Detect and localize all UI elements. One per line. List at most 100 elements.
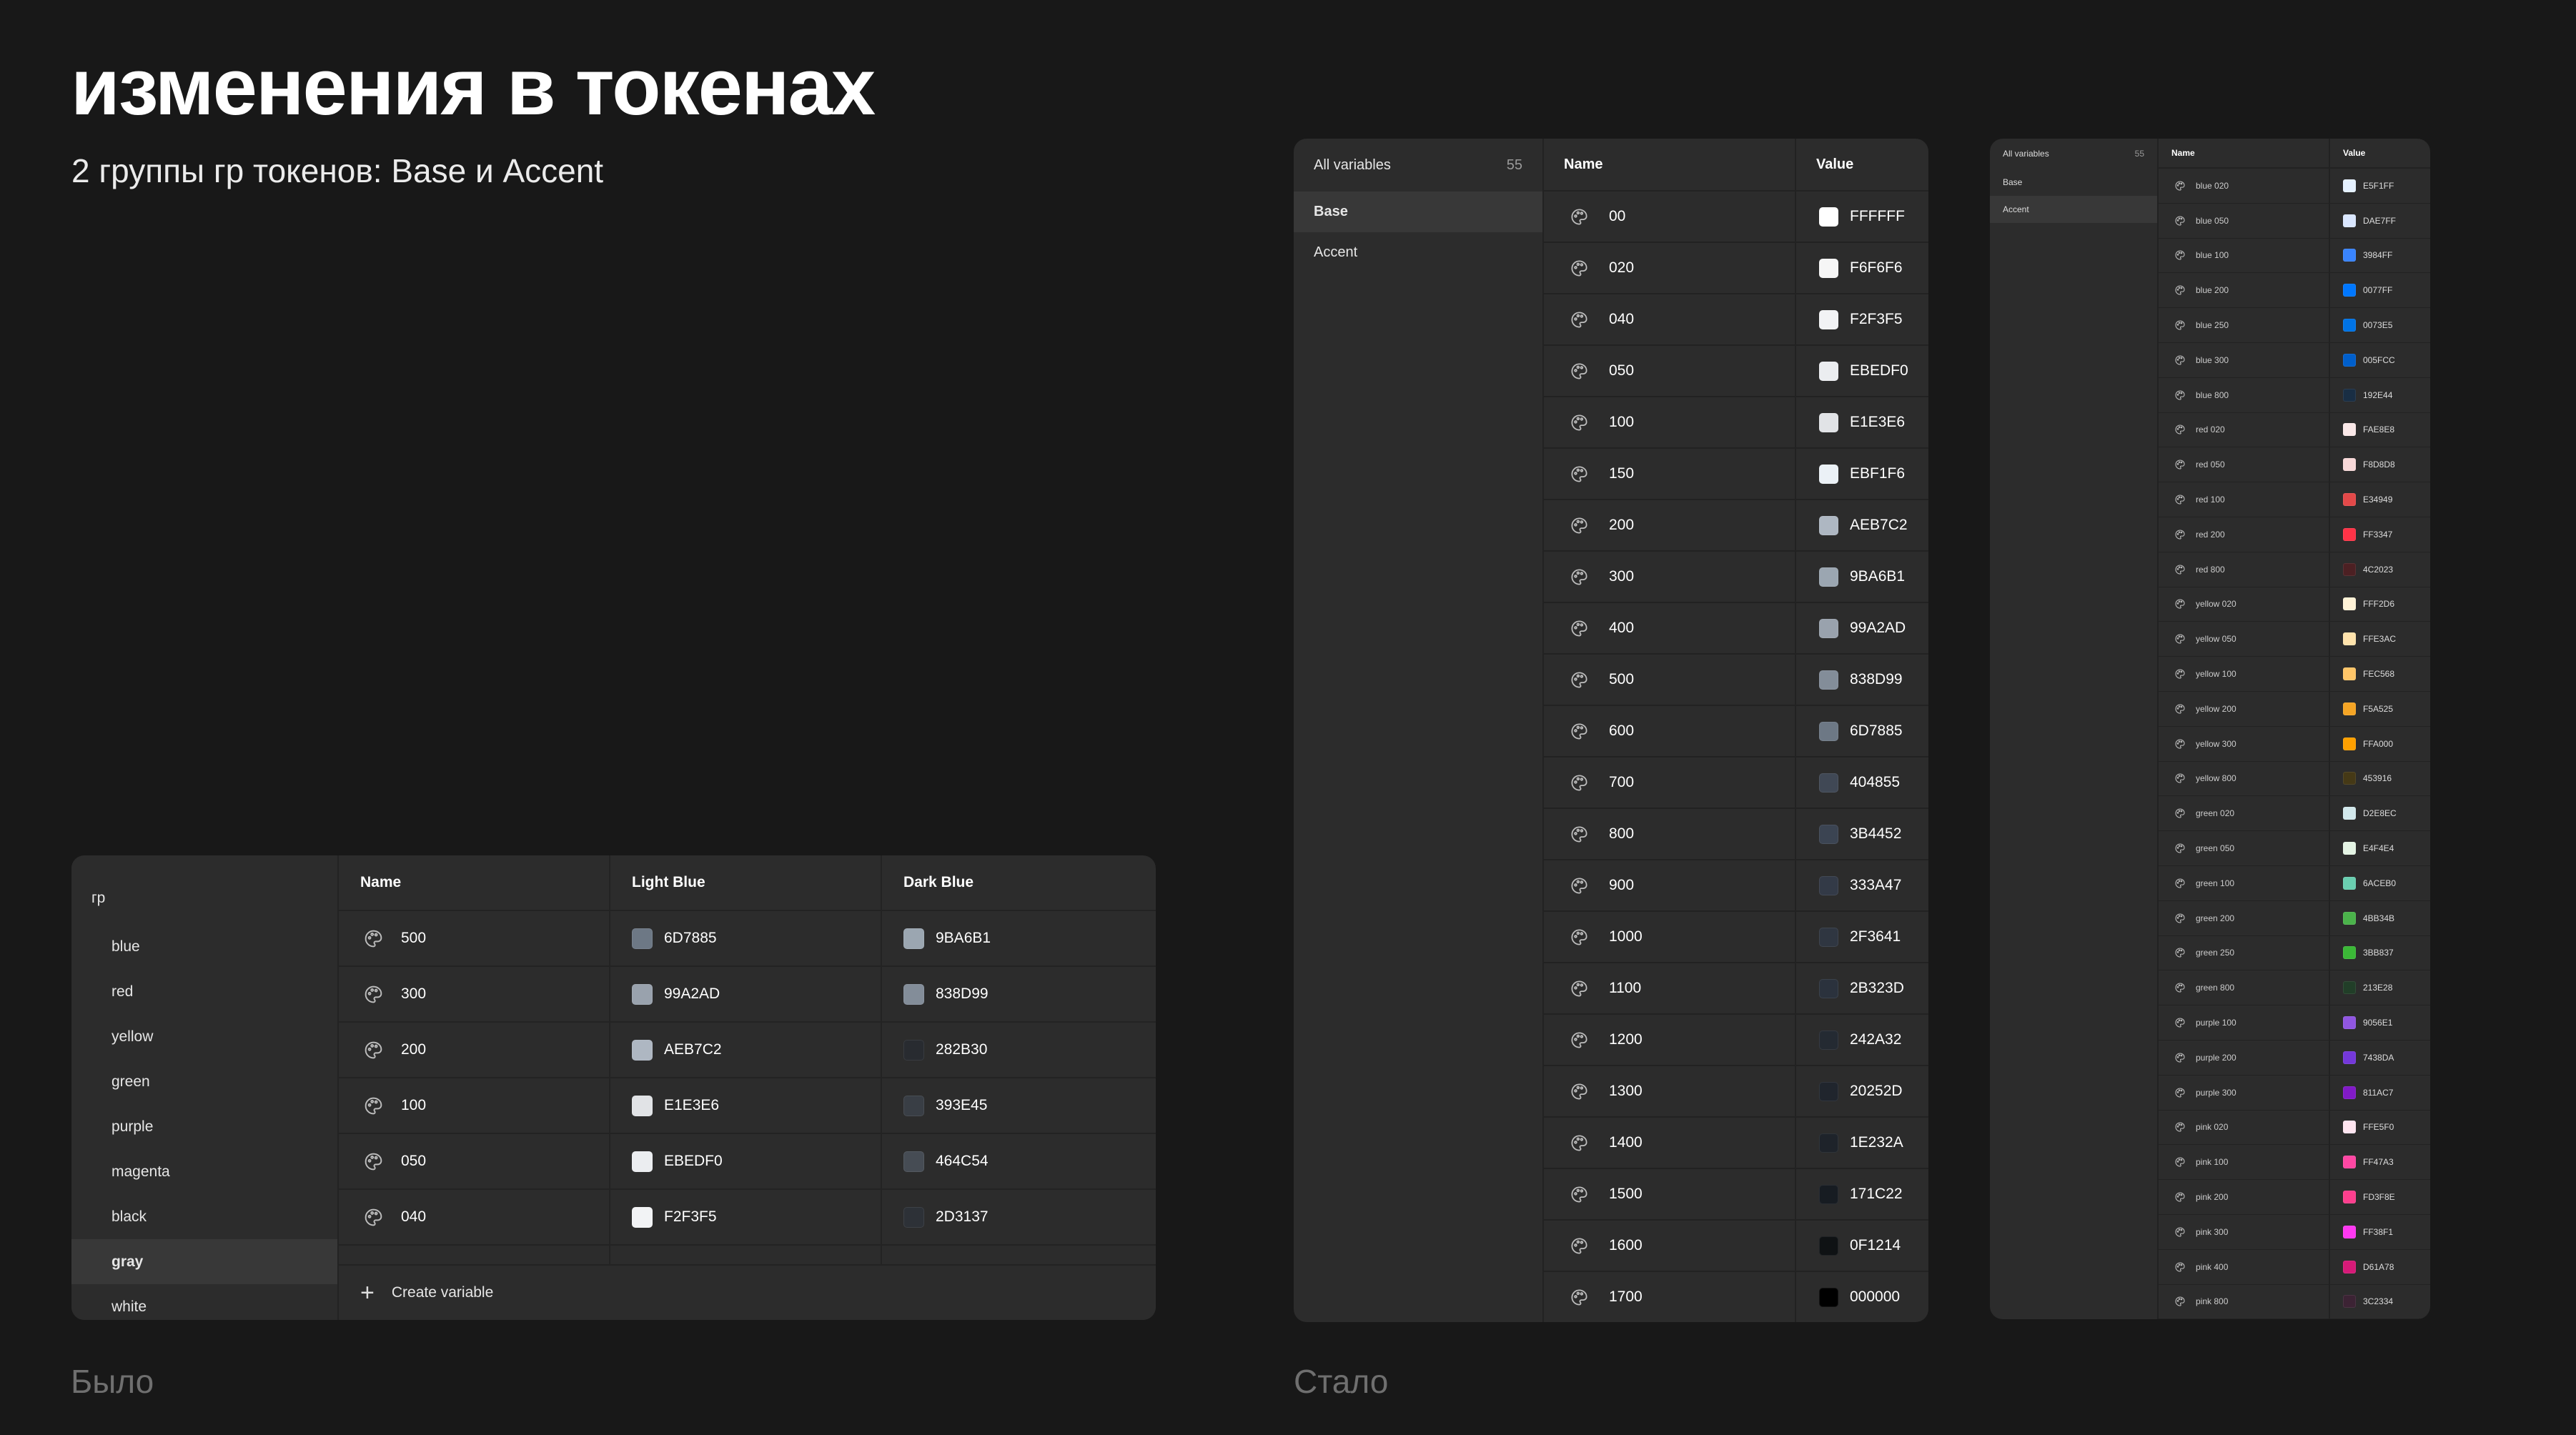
table-row[interactable]: 020 F6F6F6 bbox=[1544, 243, 1928, 294]
variable-value-cell[interactable]: 3C2334 bbox=[2330, 1285, 2430, 1319]
variable-value-cell[interactable]: 005FCC bbox=[2330, 343, 2430, 377]
variable-name-cell[interactable]: 1400 bbox=[1544, 1118, 1796, 1168]
variable-value-cell[interactable]: FF3347 bbox=[2330, 517, 2430, 552]
sidebar-item-accent[interactable]: Accent bbox=[1294, 232, 1542, 273]
sidebar-item-purple[interactable]: purple bbox=[71, 1104, 337, 1149]
table-row[interactable]: purple 300 811AC7 bbox=[2159, 1075, 2430, 1111]
sidebar-item-base[interactable]: Base bbox=[1990, 169, 2157, 196]
variable-name-cell[interactable]: red 050 bbox=[2159, 447, 2330, 482]
variable-value-cell[interactable]: 4C2023 bbox=[2330, 552, 2430, 587]
all-variables-header[interactable]: All variables 55 bbox=[1990, 139, 2157, 169]
variable-value-cell[interactable]: FFE3AC bbox=[2330, 622, 2430, 656]
variable-name-cell[interactable]: 1500 bbox=[1544, 1169, 1796, 1219]
sidebar-item-red[interactable]: red bbox=[71, 969, 337, 1014]
variable-name-cell[interactable]: red 200 bbox=[2159, 517, 2330, 552]
variable-value-cell[interactable]: 453916 bbox=[2330, 762, 2430, 796]
variable-value-cell[interactable]: FFF2D6 bbox=[2330, 587, 2430, 622]
light-blue-value-cell[interactable]: F2F3F5 bbox=[610, 1190, 882, 1244]
column-header-name[interactable]: Name bbox=[1544, 139, 1796, 190]
variable-name-cell[interactable]: 00 bbox=[1544, 192, 1796, 242]
table-row[interactable]: 1700 000000 bbox=[1544, 1272, 1928, 1322]
column-header-dark-blue[interactable]: Dark Blue bbox=[882, 855, 1156, 910]
variable-name-cell[interactable]: pink 300 bbox=[2159, 1214, 2330, 1249]
table-row[interactable]: blue 800 192E44 bbox=[2159, 377, 2430, 413]
variable-value-cell[interactable]: F8D8D8 bbox=[2330, 447, 2430, 482]
variable-value-cell[interactable]: FAE8E8 bbox=[2330, 413, 2430, 447]
variable-value-cell[interactable]: 2F3641 bbox=[1796, 912, 1928, 962]
dark-blue-value-cell[interactable]: 2D3137 bbox=[882, 1190, 1156, 1244]
variable-value-cell[interactable]: F5A525 bbox=[2330, 692, 2430, 726]
table-row[interactable]: 050 EBEDF0 464C54 bbox=[339, 1134, 1156, 1190]
table-row[interactable]: red 100 E34949 bbox=[2159, 482, 2430, 517]
table-row[interactable]: green 050 E4F4E4 bbox=[2159, 831, 2430, 866]
light-blue-value-cell[interactable]: E1E3E6 bbox=[610, 1078, 882, 1133]
variable-name-cell[interactable]: blue 050 bbox=[2159, 203, 2330, 238]
table-row[interactable]: pink 100 FF47A3 bbox=[2159, 1145, 2430, 1181]
table-row[interactable]: 200 AEB7C2 bbox=[1544, 500, 1928, 552]
table-row[interactable]: green 800 213E28 bbox=[2159, 970, 2430, 1006]
sidebar-item-white[interactable]: white bbox=[71, 1284, 337, 1320]
table-row[interactable]: pink 800 3C2334 bbox=[2159, 1284, 2430, 1319]
variable-name-cell[interactable]: 500 bbox=[1544, 655, 1796, 705]
variable-name-cell[interactable]: purple 100 bbox=[2159, 1006, 2330, 1040]
variable-name-cell[interactable]: green 100 bbox=[2159, 865, 2330, 900]
variable-name-cell[interactable]: yellow 100 bbox=[2159, 657, 2330, 691]
table-row[interactable]: green 250 3BB837 bbox=[2159, 935, 2430, 971]
variable-value-cell[interactable]: 3984FF bbox=[2330, 239, 2430, 273]
variable-value-cell[interactable]: E34949 bbox=[2330, 482, 2430, 517]
variable-value-cell[interactable]: D61A78 bbox=[2330, 1250, 2430, 1284]
table-row[interactable]: purple 200 7438DA bbox=[2159, 1040, 2430, 1076]
variable-name-cell[interactable]: pink 800 bbox=[2159, 1284, 2330, 1319]
variable-value-cell[interactable]: 9056E1 bbox=[2330, 1006, 2430, 1040]
table-row[interactable]: pink 400 D61A78 bbox=[2159, 1249, 2430, 1285]
light-blue-value-cell[interactable]: EBEDF0 bbox=[610, 1134, 882, 1188]
table-row[interactable]: red 800 4C2023 bbox=[2159, 552, 2430, 587]
table-row[interactable]: 1500 171C22 bbox=[1544, 1169, 1928, 1221]
dark-blue-value-cell[interactable]: 464C54 bbox=[882, 1134, 1156, 1188]
variable-value-cell[interactable]: 242A32 bbox=[1796, 1015, 1928, 1065]
table-row[interactable]: 600 6D7885 bbox=[1544, 706, 1928, 758]
variable-name-cell[interactable]: green 250 bbox=[2159, 935, 2330, 970]
variable-value-cell[interactable]: 3B4452 bbox=[1796, 809, 1928, 859]
variable-value-cell[interactable]: 0073E5 bbox=[2330, 308, 2430, 342]
variable-value-cell[interactable]: 4BB34B bbox=[2330, 901, 2430, 935]
variable-value-cell[interactable]: F6F6F6 bbox=[1796, 243, 1928, 293]
variable-name-cell[interactable]: blue 020 bbox=[2159, 169, 2330, 203]
variable-name-cell[interactable]: 150 bbox=[1544, 449, 1796, 499]
variable-value-cell[interactable]: 0077FF bbox=[2330, 273, 2430, 307]
sidebar-item-base[interactable]: Base bbox=[1294, 192, 1542, 232]
variable-name-cell[interactable]: 1100 bbox=[1544, 963, 1796, 1013]
table-row[interactable]: 040 F2F3F5 2D3137 bbox=[339, 1190, 1156, 1246]
create-variable-button[interactable]: + Create variable bbox=[339, 1264, 1156, 1320]
column-header-name[interactable]: Name bbox=[2159, 139, 2330, 167]
table-row[interactable]: 1600 0F1214 bbox=[1544, 1221, 1928, 1272]
table-row[interactable]: red 200 FF3347 bbox=[2159, 517, 2430, 552]
table-row[interactable]: 500 838D99 bbox=[1544, 655, 1928, 706]
table-row[interactable]: blue 050 DAE7FF bbox=[2159, 203, 2430, 239]
variable-value-cell[interactable]: 404855 bbox=[1796, 758, 1928, 808]
variable-name-cell[interactable]: 1300 bbox=[1544, 1066, 1796, 1116]
variable-value-cell[interactable]: FF47A3 bbox=[2330, 1145, 2430, 1179]
table-row[interactable]: 500 6D7885 9BA6B1 bbox=[339, 911, 1156, 967]
variable-name-cell[interactable]: yellow 300 bbox=[2159, 726, 2330, 761]
variable-name-cell[interactable]: 040 bbox=[1544, 294, 1796, 344]
variable-value-cell[interactable]: 811AC7 bbox=[2330, 1076, 2430, 1110]
variable-name-cell[interactable]: purple 300 bbox=[2159, 1075, 2330, 1110]
variable-name-cell[interactable]: 1600 bbox=[1544, 1221, 1796, 1271]
variable-value-cell[interactable]: EBF1F6 bbox=[1796, 449, 1928, 499]
variable-value-cell[interactable]: 213E28 bbox=[2330, 970, 2430, 1005]
variable-name-cell[interactable]: 900 bbox=[1544, 860, 1796, 910]
variable-value-cell[interactable]: DAE7FF bbox=[2330, 204, 2430, 238]
table-row[interactable]: blue 300 005FCC bbox=[2159, 342, 2430, 378]
variable-value-cell[interactable]: E1E3E6 bbox=[1796, 397, 1928, 447]
table-row[interactable]: purple 100 9056E1 bbox=[2159, 1006, 2430, 1041]
table-row[interactable]: red 020 FAE8E8 bbox=[2159, 412, 2430, 448]
table-row[interactable]: green 200 4BB34B bbox=[2159, 900, 2430, 936]
table-row[interactable]: 100 E1E3E6 393E45 bbox=[339, 1078, 1156, 1134]
variable-name-cell[interactable]: 100 bbox=[339, 1078, 610, 1133]
table-row[interactable]: 300 9BA6B1 bbox=[1544, 552, 1928, 603]
table-row[interactable]: 300 99A2AD 838D99 bbox=[339, 967, 1156, 1023]
variable-value-cell[interactable]: E5F1FF bbox=[2330, 169, 2430, 203]
variable-value-cell[interactable]: FFFFFF bbox=[1796, 192, 1928, 242]
variable-name-cell[interactable]: blue 250 bbox=[2159, 308, 2330, 342]
